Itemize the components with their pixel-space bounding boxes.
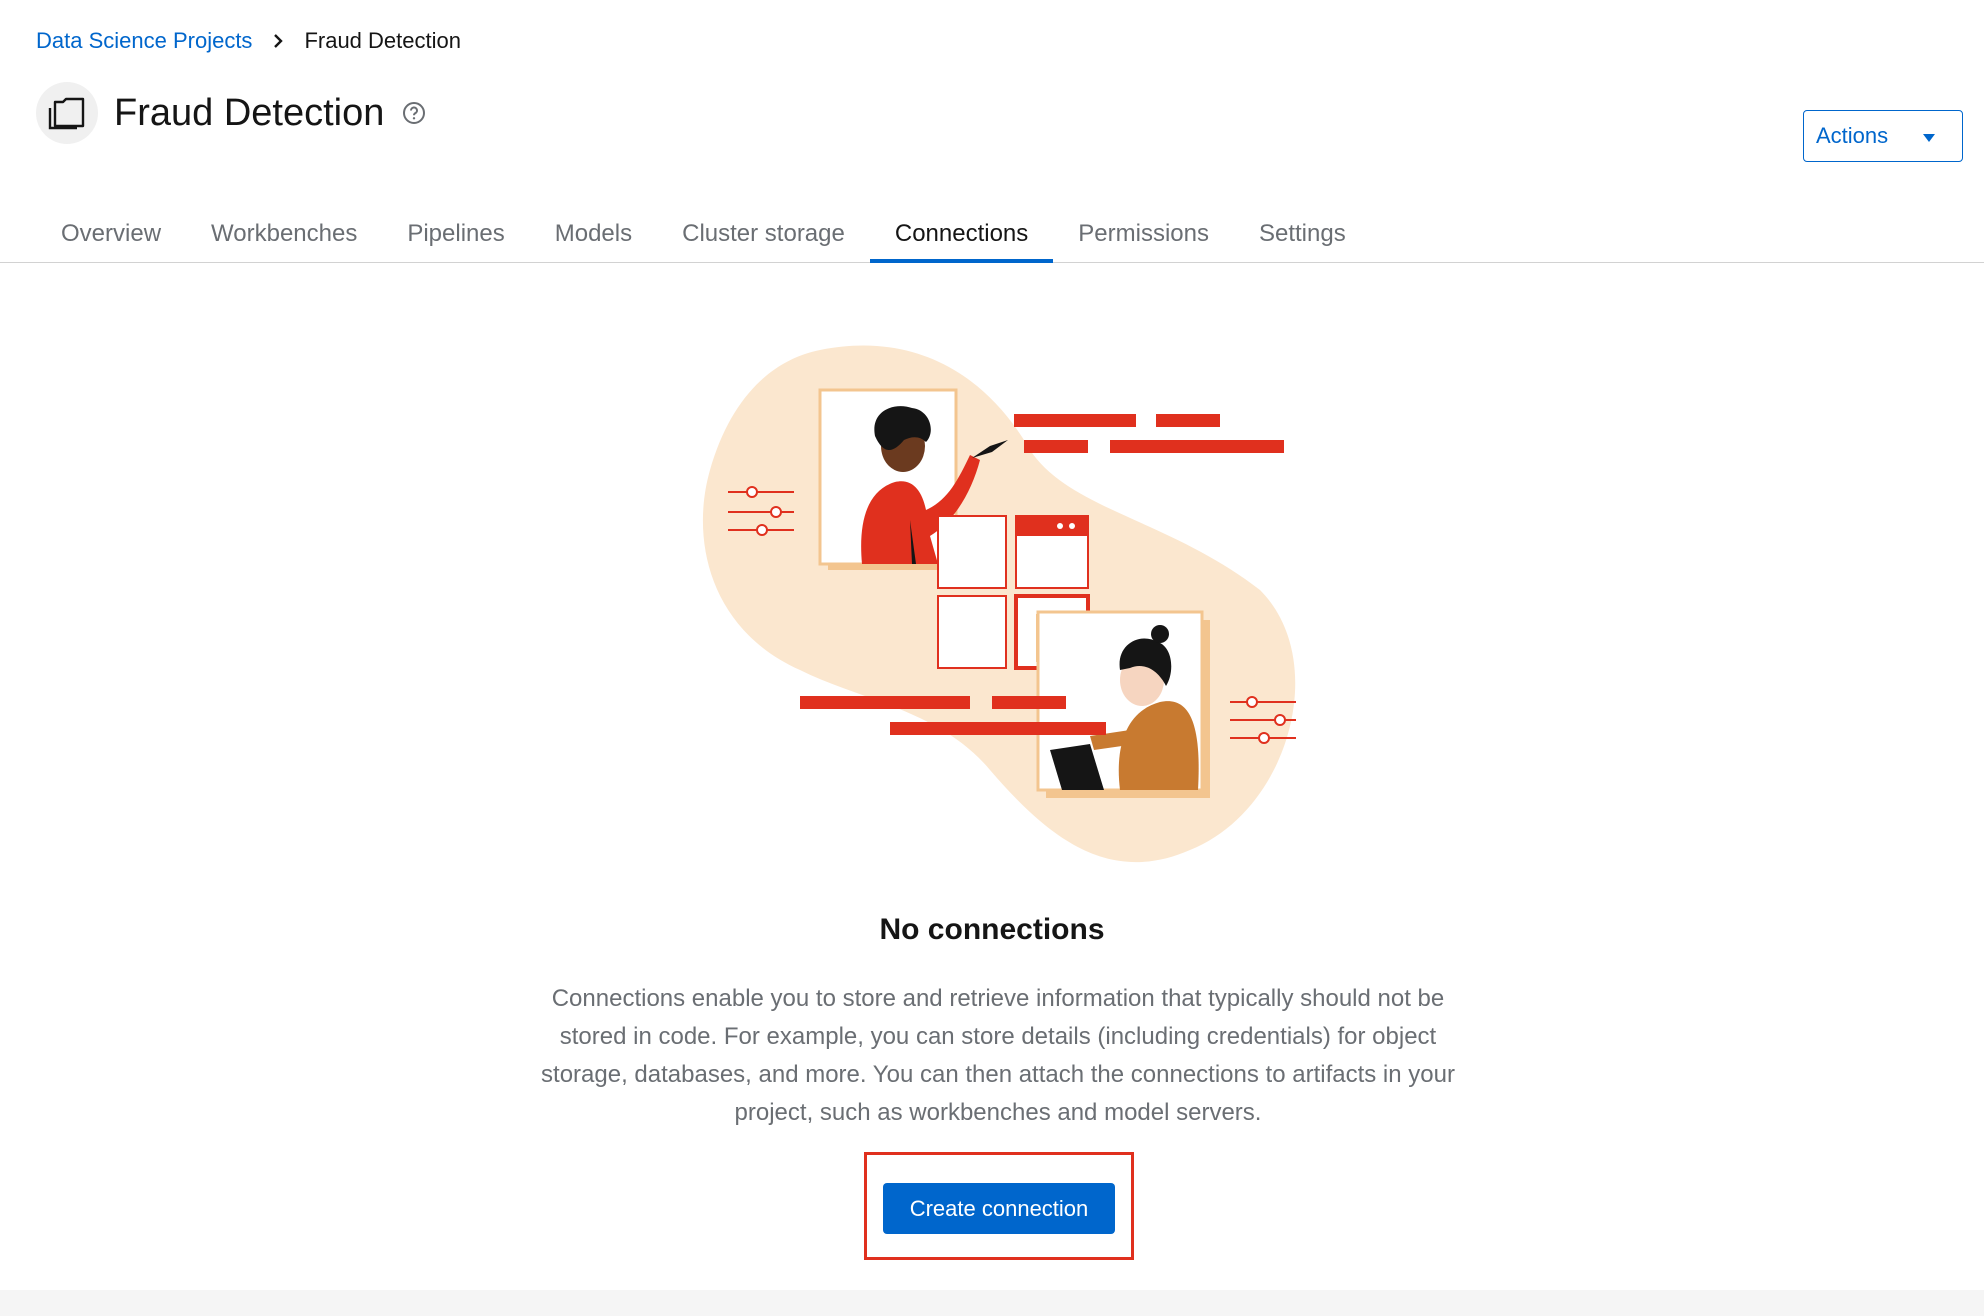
- tab-label: Permissions: [1078, 220, 1209, 247]
- tab-permissions[interactable]: Permissions: [1053, 206, 1234, 262]
- tab-label: Pipelines: [407, 220, 505, 247]
- create-connection-button[interactable]: Create connection: [883, 1183, 1115, 1234]
- tab-overview[interactable]: Overview: [36, 206, 186, 262]
- tab-cluster-storage[interactable]: Cluster storage: [657, 206, 870, 262]
- project-folder-icon: [36, 82, 98, 144]
- tab-label: Models: [554, 220, 633, 247]
- tab-label: Workbenches: [211, 220, 358, 247]
- tab-models[interactable]: Models: [530, 206, 657, 262]
- empty-state-title: No connections: [879, 913, 1105, 946]
- caret-down-icon: [1922, 123, 1936, 149]
- page-footer-strip: [0, 1290, 1984, 1316]
- empty-state-illustration: [690, 340, 1330, 870]
- empty-state-description: Connections enable you to store and retr…: [541, 985, 1455, 1126]
- tab-workbenches[interactable]: Workbenches: [186, 206, 382, 262]
- tab-label: Connections: [894, 220, 1029, 247]
- tab-pipelines[interactable]: Pipelines: [382, 206, 529, 262]
- breadcrumb: Data Science Projects Fraud Detection: [36, 26, 461, 56]
- page: Data Science Projects Fraud Detection Fr…: [0, 0, 1984, 1316]
- page-header: Fraud Detection: [36, 82, 426, 144]
- breadcrumb-link-projects[interactable]: Data Science Projects: [36, 26, 252, 56]
- tab-label: Cluster storage: [682, 220, 845, 247]
- tab-settings[interactable]: Settings: [1234, 206, 1371, 262]
- tab-label: Overview: [61, 220, 162, 247]
- chevron-right-icon: [272, 33, 284, 49]
- breadcrumb-current: Fraud Detection: [304, 28, 461, 53]
- page-title: Fraud Detection: [114, 92, 385, 134]
- actions-label: Actions: [1816, 123, 1889, 148]
- tab-connections[interactable]: Connections: [869, 206, 1054, 263]
- project-tabs: Overview Workbenches Pipelines Models Cl…: [0, 206, 1984, 263]
- tab-label: Settings: [1258, 220, 1346, 247]
- help-circle-icon[interactable]: [402, 101, 426, 125]
- actions-dropdown-button[interactable]: Actions: [1803, 110, 1963, 162]
